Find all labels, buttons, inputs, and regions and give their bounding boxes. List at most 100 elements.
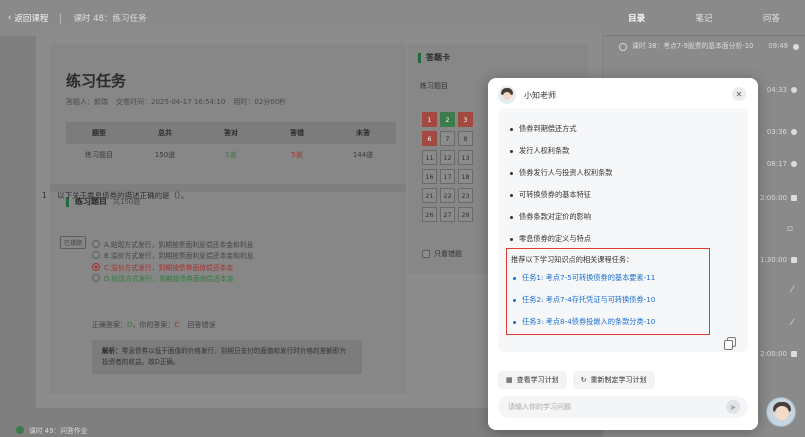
edit-icon: ⁄ <box>791 318 793 328</box>
options-list: A.贴现方式发行，到期按票面利息偿还本金和利息 B.溢价方式发行，到期按票面利息… <box>92 238 254 284</box>
bullet-text: 发行人权利条款 <box>519 146 570 155</box>
checkbox[interactable] <box>422 250 430 258</box>
answer-cell[interactable]: 3 <box>458 112 473 127</box>
list-item: 债券发行人与投资人权利条款 <box>510 168 612 178</box>
lesson-duration: 04:33 <box>767 86 797 94</box>
back-to-course-link[interactable]: ‹ 返回课程 <box>8 12 48 24</box>
bullet <box>513 320 516 324</box>
explanation-box: 解析：零息债券以低于面值的价格发行，到期日支付的面值和发行时价格的差额即为投资者… <box>92 340 362 374</box>
tab-notes[interactable]: 笔记 <box>670 12 737 24</box>
cell-type: 练习题目 <box>85 151 113 159</box>
lesson-time: 09:49 <box>768 42 788 50</box>
radio[interactable] <box>92 251 100 260</box>
radio[interactable] <box>92 239 100 248</box>
task-text: 任务2: 考点7-4存托凭证与可转换债券-10 <box>522 295 656 304</box>
bullet-text: 债券发行人与投资人权利条款 <box>519 168 613 177</box>
document-icon <box>791 351 797 357</box>
time-text: 04:33 <box>766 86 787 94</box>
tab-catalog[interactable]: 目录 <box>603 12 670 24</box>
time-text: 03:36 <box>766 128 787 136</box>
radio[interactable] <box>92 262 100 271</box>
replan-button[interactable]: ↻ 重新制定学习计划 <box>572 371 655 389</box>
wrong-question-tag: 已错题 <box>60 236 87 249</box>
view-plan-button[interactable]: ▦ 查看学习计划 <box>498 371 567 389</box>
lesson-title: 课时 49：问答作业 <box>29 427 88 435</box>
doc-icon: ▫ <box>786 224 793 234</box>
cell-wrong: 5道 <box>291 151 303 159</box>
answer-cell[interactable]: 27 <box>440 207 455 222</box>
bullet <box>510 193 513 197</box>
answer-cell[interactable]: 23 <box>458 188 473 203</box>
recommend-title: 推荐以下学习知识点的相关课程任务： <box>511 255 634 264</box>
bullet-text: 债券条款对定价的影响 <box>519 212 591 221</box>
answer-cell[interactable]: 26 <box>422 207 437 222</box>
answer-cell[interactable]: 7 <box>440 131 455 146</box>
answer-cell[interactable]: 28 <box>458 207 473 222</box>
chat-input[interactable]: 请输入你的学习问题 ➤ <box>498 396 748 418</box>
bullet <box>513 298 516 302</box>
answer-card-title-label: 答题卡 <box>426 53 450 62</box>
back-label: 返回课程 <box>14 14 49 24</box>
stats-header: 题型 总共 答对 答错 未答 <box>66 122 396 144</box>
lesson-duration: 1:30:00 <box>760 256 797 264</box>
document-icon <box>791 257 797 263</box>
play-icon <box>791 161 797 167</box>
answer-cell[interactable]: 11 <box>422 150 437 165</box>
answer-cell[interactable]: 16 <box>422 169 437 184</box>
cell-total: 150道 <box>154 151 176 159</box>
input-placeholder: 请输入你的学习问题 <box>508 403 571 411</box>
recommended-task-link[interactable]: 任务3: 考点8-4债券投嵌入的条款分类-10 <box>513 317 655 327</box>
list-item: 发行人权利条款 <box>510 146 569 156</box>
answer-grid: 1 2 3 6 7 8 11 12 13 16 17 18 21 22 23 2… <box>422 112 492 222</box>
bullet-text: 债券到期偿还方式 <box>519 124 577 133</box>
time-text: 1:30:00 <box>760 256 787 264</box>
lesson-duration: 03:36 <box>767 128 797 136</box>
answer-cell[interactable]: 17 <box>440 169 455 184</box>
lesson-title: 课时 38：考点7-9股票的基本面分析-10 <box>632 42 754 50</box>
send-icon[interactable]: ➤ <box>726 400 740 414</box>
assistant-avatar-button[interactable] <box>766 397 796 427</box>
bullet <box>510 215 513 219</box>
lesson-item[interactable]: 课时 49：问答作业 <box>16 425 87 435</box>
answer-cell[interactable]: 18 <box>458 169 473 184</box>
result-text: 回答错误 <box>187 321 216 329</box>
answer-cell[interactable]: 6 <box>422 131 437 146</box>
answer-cell[interactable]: 22 <box>440 188 455 203</box>
answer-cell[interactable]: 2 <box>440 112 455 127</box>
option-d[interactable]: D.贴现方式发行，到期按债券面值偿还本金 <box>92 273 254 285</box>
answer-cell[interactable]: 12 <box>440 150 455 165</box>
recommended-task-link[interactable]: 任务1: 考点7-5可转换债券的基本要素-11 <box>513 273 655 283</box>
answer-cell[interactable]: 13 <box>458 150 473 165</box>
explanation-label: 解析： <box>102 347 122 355</box>
duration: 用时：02分00秒 <box>233 98 287 106</box>
option-b[interactable]: B.溢价方式发行，到期按票面利息偿还本金和利息 <box>92 250 254 262</box>
play-icon <box>793 43 799 50</box>
radio[interactable] <box>92 274 100 283</box>
lesson-duration: 2:00:00 <box>760 194 797 202</box>
recommended-task-link[interactable]: 任务2: 考点7-4存托凭证与可转换债券-10 <box>513 295 655 305</box>
respondent: 答题人：颜瑞 <box>66 98 108 106</box>
answer-cell[interactable]: 21 <box>422 188 437 203</box>
page-title: 练习任务 <box>66 72 127 90</box>
status-circle-icon <box>619 43 627 51</box>
option-a[interactable]: A.贴现方式发行，到期按票面利息偿还本金和利息 <box>92 238 254 250</box>
chat-actions: ▦ 查看学习计划 ↻ 重新制定学习计划 <box>498 371 655 389</box>
option-c[interactable]: C.溢价方式发行，到期按债券面值偿还本金 <box>92 261 254 273</box>
only-wrong-label: 只看错题 <box>434 250 462 258</box>
lesson-duration: 2:00:00 <box>760 350 797 358</box>
question-stem: 1 以下关于零息债券的描述正确的是（）。 <box>42 190 188 201</box>
header-total: 总共 <box>158 129 172 137</box>
tab-qa[interactable]: 问答 <box>738 12 805 24</box>
copy-icon[interactable] <box>724 337 736 350</box>
answer-cell[interactable]: 8 <box>458 131 473 146</box>
option-b-label: B.溢价方式发行，到期按票面利息偿还本金和利息 <box>104 252 254 261</box>
lesson-item[interactable]: 课时 38：考点7-9股票的基本面分析-10 09:49 <box>619 42 799 51</box>
option-d-label: D.贴现方式发行，到期按债券面值偿还本金 <box>104 275 234 284</box>
bullet-text: 可转换债券的基本特征 <box>519 190 591 199</box>
answer-cell[interactable]: 1 <box>422 112 437 127</box>
close-icon[interactable]: ✕ <box>732 87 746 101</box>
bullet <box>510 171 513 175</box>
play-icon <box>791 129 797 135</box>
practice-meta: 答题人：颜瑞 交卷时间：2025-04-17 16:54:10 用时：02分00… <box>66 97 286 107</box>
only-wrong-toggle[interactable]: 只看错题 <box>422 249 462 259</box>
